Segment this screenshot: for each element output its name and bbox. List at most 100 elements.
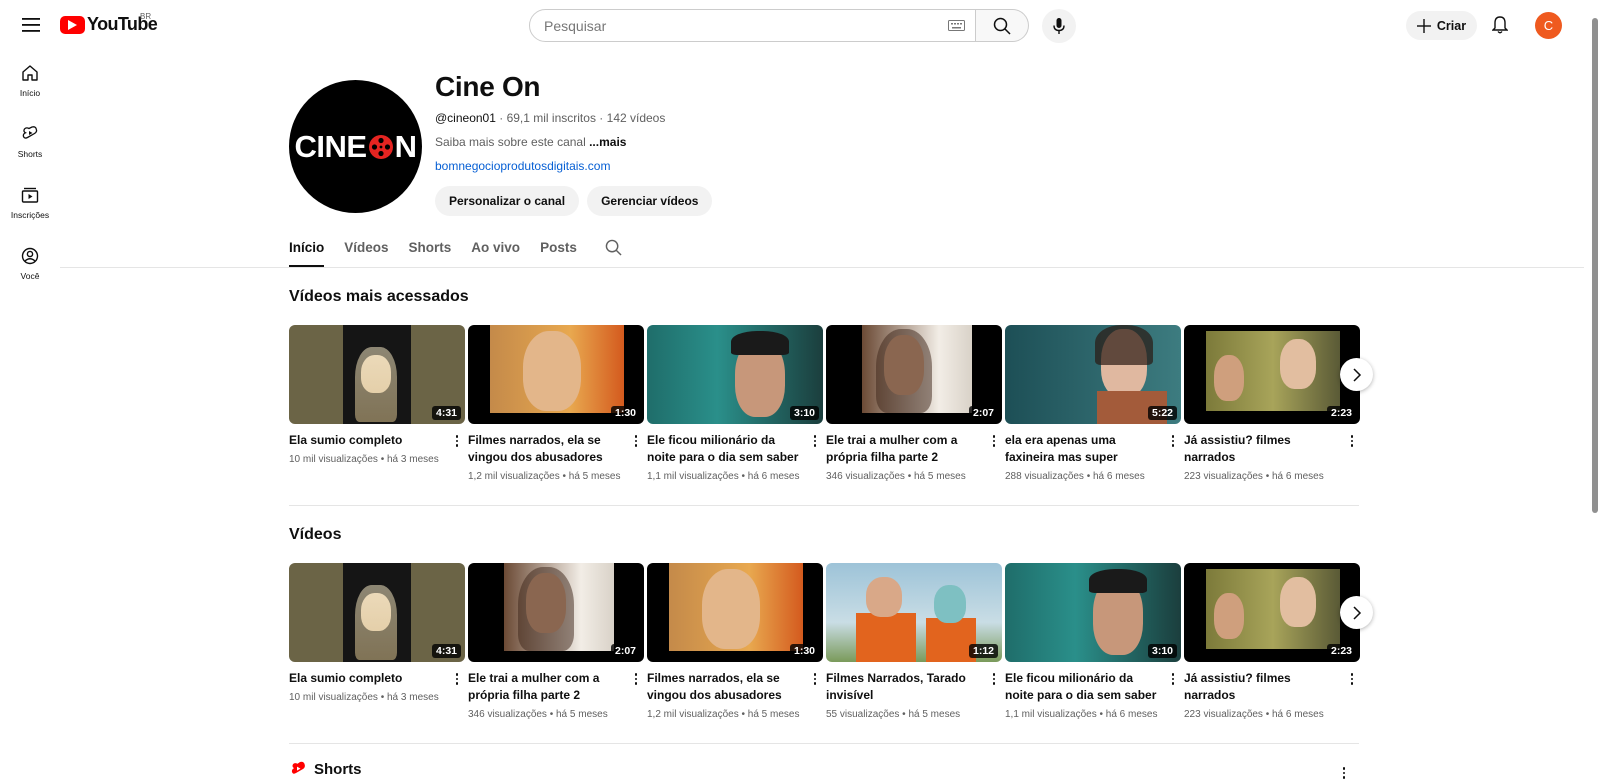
manage-videos-button[interactable]: Gerenciar vídeos — [587, 186, 713, 216]
voice-search-button[interactable] — [1042, 9, 1076, 43]
scrollbar-thumb[interactable] — [1592, 18, 1598, 513]
video-thumbnail[interactable]: 3:10 — [647, 325, 823, 424]
view-count: 1,1 mil visualizações — [1005, 709, 1097, 720]
logo-country: BR — [140, 12, 152, 21]
video-title[interactable]: Ele ficou milionário da noite para o dia… — [647, 432, 807, 466]
video-title[interactable]: Ele trai a mulher com a própria filha pa… — [468, 670, 628, 704]
create-label: Criar — [1436, 18, 1467, 33]
video-card[interactable]: 2:07 Ele trai a mulher com a própria fil… — [468, 563, 644, 720]
video-title[interactable]: ela era apenas uma faxineira mas super i… — [1005, 432, 1165, 466]
sidebar-item-you[interactable]: Você — [0, 239, 60, 300]
video-thumbnail[interactable]: 1:30 — [468, 325, 644, 424]
video-thumbnail[interactable]: 2:23 — [1184, 325, 1360, 424]
video-card[interactable]: 3:10 Ele ficou milionário da noite para … — [647, 325, 823, 482]
channel-avatar[interactable]: CINE N — [289, 80, 422, 213]
channel-link[interactable]: bomnegocioprodutosdigitais.com — [435, 159, 712, 173]
more-options-icon[interactable] — [986, 432, 1002, 482]
sidebar-item-subscriptions[interactable]: Inscrições — [0, 178, 60, 239]
create-button[interactable]: Criar — [1406, 11, 1477, 40]
more-options-icon[interactable] — [807, 670, 823, 720]
video-thumbnail[interactable]: 1:12 — [826, 563, 1002, 662]
sidebar-item-home[interactable]: Início — [0, 56, 60, 117]
video-thumbnail[interactable]: 2:07 — [826, 325, 1002, 424]
account-avatar[interactable]: C — [1535, 12, 1562, 39]
video-title[interactable]: Já assistiu? filmes narrados — [1184, 670, 1344, 704]
video-card[interactable]: 1:30 Filmes narrados, ela se vingou dos … — [468, 325, 644, 482]
more-options-icon[interactable] — [449, 432, 465, 465]
video-thumbnail[interactable]: 3:10 — [1005, 563, 1181, 662]
video-age: há 5 meses — [556, 709, 608, 720]
sidebar-item-shorts[interactable]: Shorts — [0, 117, 60, 178]
about-more-link[interactable]: ...mais — [589, 135, 626, 149]
about-text: Saiba mais sobre este canal — [435, 135, 586, 149]
video-card[interactable]: 2:23 Já assistiu? filmes narrados 223 vi… — [1184, 563, 1360, 720]
sidebar-item-label: Você — [20, 271, 40, 281]
notifications-icon[interactable] — [1487, 12, 1513, 38]
tab-live[interactable]: Ao vivo — [471, 231, 520, 267]
video-title[interactable]: Ela sumio completo — [289, 432, 449, 449]
more-options-icon[interactable] — [628, 432, 644, 482]
more-options-icon[interactable] — [449, 670, 465, 703]
channel-meta: @cineon01 · 69,1 mil inscritos · 142 víd… — [435, 111, 712, 125]
video-title[interactable]: Filmes narrados, ela se vingou dos abusa… — [468, 432, 628, 466]
video-count: 142 vídeos — [606, 111, 666, 125]
video-age: há 3 meses — [387, 454, 439, 465]
tab-shorts[interactable]: Shorts — [409, 231, 452, 267]
video-card[interactable]: 5:22 ela era apenas uma faxineira mas su… — [1005, 325, 1181, 482]
video-title[interactable]: Ela sumio completo — [289, 670, 449, 687]
video-thumbnail[interactable]: 5:22 — [1005, 325, 1181, 424]
keyboard-icon[interactable] — [948, 20, 965, 31]
chevron-right-icon — [1352, 367, 1362, 382]
video-card[interactable]: 2:23 Já assistiu? filmes narrados 223 vi… — [1184, 325, 1360, 482]
carousel-next-button[interactable] — [1340, 596, 1373, 629]
video-card[interactable]: 3:10 Ele ficou milionário da noite para … — [1005, 563, 1181, 720]
sidebar: Início Shorts Inscrições Você — [0, 56, 60, 300]
video-thumbnail[interactable]: 4:31 — [289, 325, 465, 424]
more-options-icon[interactable] — [628, 670, 644, 720]
customize-channel-button[interactable]: Personalizar o canal — [435, 186, 580, 216]
tab-videos[interactable]: Vídeos — [344, 231, 388, 267]
more-options-icon[interactable] — [1165, 432, 1181, 482]
search-box — [529, 9, 976, 42]
video-meta: 346 visualizações • há 5 meses — [826, 471, 966, 482]
more-options-icon[interactable] — [1344, 670, 1360, 720]
video-thumbnail[interactable]: 1:30 — [647, 563, 823, 662]
more-options-icon[interactable] — [1165, 670, 1181, 720]
carousel-next-button[interactable] — [1340, 358, 1373, 391]
search-input[interactable] — [544, 17, 948, 34]
video-card[interactable]: 1:30 Filmes narrados, ela se vingou dos … — [647, 563, 823, 720]
video-title[interactable]: Ele trai a mulher com a própria filha pa… — [826, 432, 986, 466]
video-thumbnail[interactable]: 2:23 — [1184, 563, 1360, 662]
channel-search-icon[interactable] — [605, 239, 622, 267]
tab-home[interactable]: Início — [289, 231, 325, 267]
video-meta: 288 visualizações • há 6 meses — [1005, 471, 1145, 482]
view-count: 346 visualizações — [826, 471, 905, 482]
section-title-shorts: Shorts — [314, 761, 362, 778]
video-card[interactable]: 4:31 Ela sumio completo 10 mil visualiza… — [289, 325, 465, 482]
video-duration: 2:07 — [610, 644, 640, 658]
video-card[interactable]: 4:31 Ela sumio completo 10 mil visualiza… — [289, 563, 465, 720]
home-icon — [21, 64, 39, 82]
video-thumbnail[interactable]: 2:07 — [468, 563, 644, 662]
view-count: 10 mil visualizações — [289, 454, 378, 465]
channel-about[interactable]: Saiba mais sobre este canal ...mais — [435, 135, 712, 149]
more-options-icon[interactable] — [807, 432, 823, 482]
search-button[interactable] — [976, 9, 1029, 42]
film-reel-icon — [368, 134, 394, 160]
shorts-more-options-icon[interactable] — [1336, 764, 1352, 779]
menu-icon[interactable] — [18, 12, 44, 38]
youtube-logo[interactable]: YouTube BR — [60, 12, 158, 35]
video-card[interactable]: 1:12 Filmes Narrados, Tarado invisível 5… — [826, 563, 1002, 720]
video-title[interactable]: Ele ficou milionário da noite para o dia… — [1005, 670, 1165, 704]
video-duration: 4:31 — [431, 406, 461, 420]
video-title[interactable]: Já assistiu? filmes narrados — [1184, 432, 1344, 466]
more-options-icon[interactable] — [986, 670, 1002, 720]
video-card[interactable]: 2:07 Ele trai a mulher com a própria fil… — [826, 325, 1002, 482]
video-thumbnail[interactable]: 4:31 — [289, 563, 465, 662]
more-options-icon[interactable] — [1344, 432, 1360, 482]
video-title[interactable]: Filmes Narrados, Tarado invisível — [826, 670, 986, 704]
recent-videos-row: 4:31 Ela sumio completo 10 mil visualiza… — [289, 563, 1360, 720]
tab-posts[interactable]: Posts — [540, 231, 577, 267]
video-title[interactable]: Filmes narrados, ela se vingou dos abusa… — [647, 670, 807, 704]
view-count: 1,2 mil visualizações — [468, 471, 560, 482]
